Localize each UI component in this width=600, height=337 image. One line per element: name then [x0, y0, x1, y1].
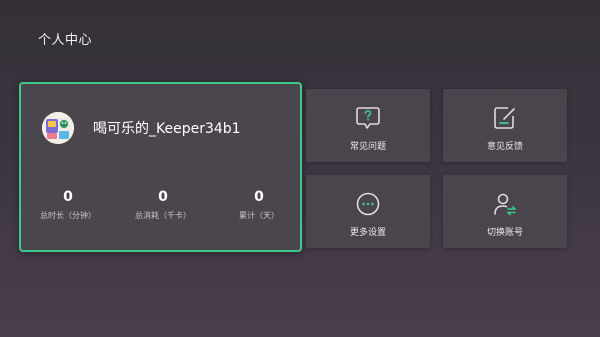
stat-value: 0: [158, 189, 168, 205]
tile-label: 常见问题: [349, 142, 386, 152]
stat-total-days: 0 累计（天）: [214, 188, 304, 221]
profile-card[interactable]: 喝可乐的_Keeper34b1 0 总时长（分钟） 0 总消耗（千卡） 0 累计…: [19, 82, 302, 252]
stat-label: 总消耗（千卡）: [135, 211, 191, 220]
question-icon: [355, 105, 381, 131]
username: 喝可乐的_Keeper34b1: [93, 121, 241, 137]
tile-label: 更多设置: [349, 228, 386, 238]
stat-total-calories: 0 总消耗（千卡）: [118, 188, 208, 221]
more-dots-icon: [355, 191, 381, 217]
tile-label: 切换账号: [486, 228, 523, 238]
feedback-tile[interactable]: 意见反馈: [443, 89, 567, 162]
stat-label: 累计（天）: [239, 211, 279, 220]
faq-tile[interactable]: 常见问题: [306, 89, 430, 162]
feedback-edit-icon: [492, 105, 518, 131]
tile-label: 意见反馈: [486, 142, 523, 152]
stat-label: 总时长（分钟）: [40, 211, 96, 220]
avatar: [42, 112, 74, 144]
switch-account-tile[interactable]: 切换账号: [443, 175, 567, 248]
stat-total-duration: 0 总时长（分钟）: [23, 188, 113, 221]
stat-value: 0: [63, 189, 73, 205]
more-settings-tile[interactable]: 更多设置: [306, 175, 430, 248]
switch-account-icon: [492, 191, 518, 217]
page-title: 个人中心: [38, 33, 93, 48]
avatar-image: [42, 112, 74, 144]
stat-value: 0: [254, 189, 264, 205]
